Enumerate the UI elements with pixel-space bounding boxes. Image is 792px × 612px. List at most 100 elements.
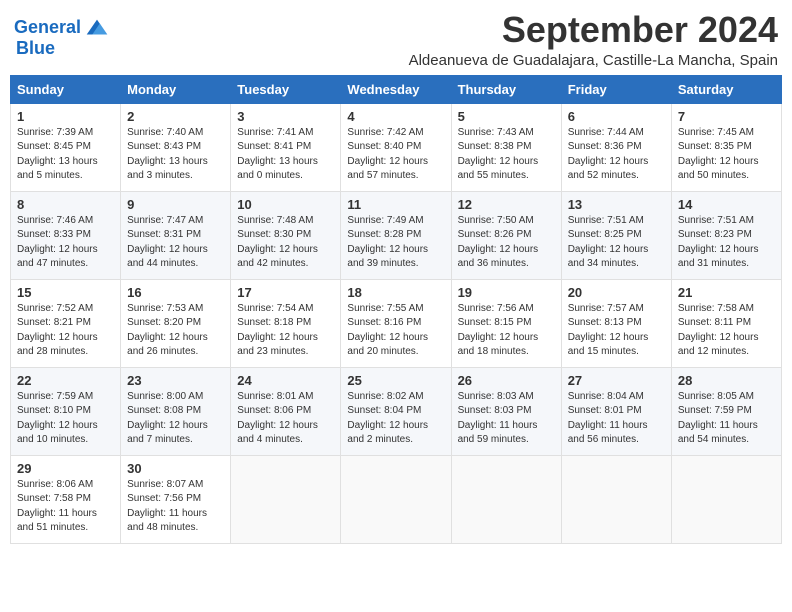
weekday-saturday: Saturday xyxy=(671,75,781,103)
logo: General Blue xyxy=(14,14,111,59)
day-info: Sunrise: 8:01 AM Sunset: 8:06 PM Dayligh… xyxy=(237,390,334,448)
day-number: 22 xyxy=(17,373,114,388)
day-info: Sunrise: 7:50 AM Sunset: 8:26 PM Dayligh… xyxy=(458,214,555,272)
day-info: Sunrise: 8:06 AM Sunset: 7:58 PM Dayligh… xyxy=(17,478,114,536)
day-number: 29 xyxy=(17,461,114,476)
day-info: Sunrise: 7:39 AM Sunset: 8:45 PM Dayligh… xyxy=(17,126,114,184)
day-cell: 11 Sunrise: 7:49 AM Sunset: 8:28 PM Dayli… xyxy=(341,191,451,279)
calendar-table: SundayMondayTuesdayWednesdayThursdayFrid… xyxy=(10,75,782,544)
day-number: 24 xyxy=(237,373,334,388)
day-number: 5 xyxy=(458,109,555,124)
day-cell: 15 Sunrise: 7:52 AM Sunset: 8:21 PM Dayli… xyxy=(11,279,121,367)
day-cell: 7 Sunrise: 7:45 AM Sunset: 8:35 PM Daylig… xyxy=(671,103,781,191)
day-info: Sunrise: 7:47 AM Sunset: 8:31 PM Dayligh… xyxy=(127,214,224,272)
day-info: Sunrise: 7:59 AM Sunset: 8:10 PM Dayligh… xyxy=(17,390,114,448)
day-info: Sunrise: 7:56 AM Sunset: 8:15 PM Dayligh… xyxy=(458,302,555,360)
weekday-thursday: Thursday xyxy=(451,75,561,103)
weekday-friday: Friday xyxy=(561,75,671,103)
day-info: Sunrise: 7:49 AM Sunset: 8:28 PM Dayligh… xyxy=(347,214,444,272)
day-info: Sunrise: 8:03 AM Sunset: 8:03 PM Dayligh… xyxy=(458,390,555,448)
day-cell: 5 Sunrise: 7:43 AM Sunset: 8:38 PM Daylig… xyxy=(451,103,561,191)
day-number: 21 xyxy=(678,285,775,300)
day-number: 26 xyxy=(458,373,555,388)
day-number: 16 xyxy=(127,285,224,300)
day-info: Sunrise: 7:45 AM Sunset: 8:35 PM Dayligh… xyxy=(678,126,775,184)
month-title: September 2024 xyxy=(409,10,778,50)
day-info: Sunrise: 8:04 AM Sunset: 8:01 PM Dayligh… xyxy=(568,390,665,448)
day-number: 18 xyxy=(347,285,444,300)
day-number: 23 xyxy=(127,373,224,388)
day-info: Sunrise: 7:48 AM Sunset: 8:30 PM Dayligh… xyxy=(237,214,334,272)
day-cell xyxy=(341,455,451,543)
day-cell: 26 Sunrise: 8:03 AM Sunset: 8:03 PM Dayli… xyxy=(451,367,561,455)
week-row-2: 8 Sunrise: 7:46 AM Sunset: 8:33 PM Daylig… xyxy=(11,191,782,279)
day-cell xyxy=(231,455,341,543)
title-block: September 2024 Aldeanueva de Guadalajara… xyxy=(409,10,778,69)
day-info: Sunrise: 7:55 AM Sunset: 8:16 PM Dayligh… xyxy=(347,302,444,360)
location-title: Aldeanueva de Guadalajara, Castille-La M… xyxy=(409,52,778,69)
day-cell: 21Sunrise: 7:58 AM Sunset: 8:11 PM Dayli… xyxy=(671,279,781,367)
day-number: 13 xyxy=(568,197,665,212)
day-cell: 27Sunrise: 8:04 AM Sunset: 8:01 PM Dayli… xyxy=(561,367,671,455)
day-number: 25 xyxy=(347,373,444,388)
day-info: Sunrise: 7:51 AM Sunset: 8:23 PM Dayligh… xyxy=(678,214,775,272)
day-number: 8 xyxy=(17,197,114,212)
day-number: 20 xyxy=(568,285,665,300)
day-info: Sunrise: 8:05 AM Sunset: 7:59 PM Dayligh… xyxy=(678,390,775,448)
day-number: 9 xyxy=(127,197,224,212)
weekday-wednesday: Wednesday xyxy=(341,75,451,103)
day-cell: 9 Sunrise: 7:47 AM Sunset: 8:31 PM Daylig… xyxy=(121,191,231,279)
week-row-4: 22 Sunrise: 7:59 AM Sunset: 8:10 PM Dayli… xyxy=(11,367,782,455)
day-info: Sunrise: 8:07 AM Sunset: 7:56 PM Dayligh… xyxy=(127,478,224,536)
day-cell xyxy=(561,455,671,543)
day-number: 11 xyxy=(347,197,444,212)
day-cell: 23 Sunrise: 8:00 AM Sunset: 8:08 PM Dayli… xyxy=(121,367,231,455)
day-cell: 17Sunrise: 7:54 AM Sunset: 8:18 PM Dayli… xyxy=(231,279,341,367)
weekday-monday: Monday xyxy=(121,75,231,103)
day-number: 14 xyxy=(678,197,775,212)
day-number: 3 xyxy=(237,109,334,124)
week-row-3: 15 Sunrise: 7:52 AM Sunset: 8:21 PM Dayli… xyxy=(11,279,782,367)
day-number: 19 xyxy=(458,285,555,300)
day-info: Sunrise: 7:51 AM Sunset: 8:25 PM Dayligh… xyxy=(568,214,665,272)
day-number: 10 xyxy=(237,197,334,212)
day-cell: 13 Sunrise: 7:51 AM Sunset: 8:25 PM Dayli… xyxy=(561,191,671,279)
day-info: Sunrise: 7:44 AM Sunset: 8:36 PM Dayligh… xyxy=(568,126,665,184)
day-cell: 20 Sunrise: 7:57 AM Sunset: 8:13 PM Dayli… xyxy=(561,279,671,367)
day-number: 12 xyxy=(458,197,555,212)
day-info: Sunrise: 7:46 AM Sunset: 8:33 PM Dayligh… xyxy=(17,214,114,272)
day-cell: 1Sunrise: 7:39 AM Sunset: 8:45 PM Daylig… xyxy=(11,103,121,191)
day-cell: 12 Sunrise: 7:50 AM Sunset: 8:26 PM Dayli… xyxy=(451,191,561,279)
day-number: 7 xyxy=(678,109,775,124)
weekday-header-row: SundayMondayTuesdayWednesdayThursdayFrid… xyxy=(11,75,782,103)
page-header: General Blue September 2024 Aldeanueva d… xyxy=(10,10,782,69)
day-cell: 6Sunrise: 7:44 AM Sunset: 8:36 PM Daylig… xyxy=(561,103,671,191)
day-cell: 29 Sunrise: 8:06 AM Sunset: 7:58 PM Dayli… xyxy=(11,455,121,543)
day-cell: 24 Sunrise: 8:01 AM Sunset: 8:06 PM Dayli… xyxy=(231,367,341,455)
day-cell: 22 Sunrise: 7:59 AM Sunset: 8:10 PM Dayli… xyxy=(11,367,121,455)
week-row-5: 29 Sunrise: 8:06 AM Sunset: 7:58 PM Dayli… xyxy=(11,455,782,543)
day-info: Sunrise: 7:54 AM Sunset: 8:18 PM Dayligh… xyxy=(237,302,334,360)
day-cell: 8 Sunrise: 7:46 AM Sunset: 8:33 PM Daylig… xyxy=(11,191,121,279)
logo-text: General xyxy=(14,17,81,39)
day-cell xyxy=(671,455,781,543)
day-cell: 14 Sunrise: 7:51 AM Sunset: 8:23 PM Dayli… xyxy=(671,191,781,279)
day-info: Sunrise: 7:41 AM Sunset: 8:41 PM Dayligh… xyxy=(237,126,334,184)
day-info: Sunrise: 8:00 AM Sunset: 8:08 PM Dayligh… xyxy=(127,390,224,448)
day-info: Sunrise: 7:57 AM Sunset: 8:13 PM Dayligh… xyxy=(568,302,665,360)
day-cell: 28 Sunrise: 8:05 AM Sunset: 7:59 PM Dayli… xyxy=(671,367,781,455)
day-info: Sunrise: 7:42 AM Sunset: 8:40 PM Dayligh… xyxy=(347,126,444,184)
day-cell: 3 Sunrise: 7:41 AM Sunset: 8:41 PM Daylig… xyxy=(231,103,341,191)
day-cell: 19 Sunrise: 7:56 AM Sunset: 8:15 PM Dayli… xyxy=(451,279,561,367)
day-info: Sunrise: 7:53 AM Sunset: 8:20 PM Dayligh… xyxy=(127,302,224,360)
day-info: Sunrise: 7:43 AM Sunset: 8:38 PM Dayligh… xyxy=(458,126,555,184)
day-number: 28 xyxy=(678,373,775,388)
day-cell: 4 Sunrise: 7:42 AM Sunset: 8:40 PM Daylig… xyxy=(341,103,451,191)
day-number: 15 xyxy=(17,285,114,300)
day-cell: 16 Sunrise: 7:53 AM Sunset: 8:20 PM Dayli… xyxy=(121,279,231,367)
day-number: 4 xyxy=(347,109,444,124)
logo-icon xyxy=(83,14,111,42)
day-info: Sunrise: 7:52 AM Sunset: 8:21 PM Dayligh… xyxy=(17,302,114,360)
day-cell: 18 Sunrise: 7:55 AM Sunset: 8:16 PM Dayli… xyxy=(341,279,451,367)
weekday-tuesday: Tuesday xyxy=(231,75,341,103)
